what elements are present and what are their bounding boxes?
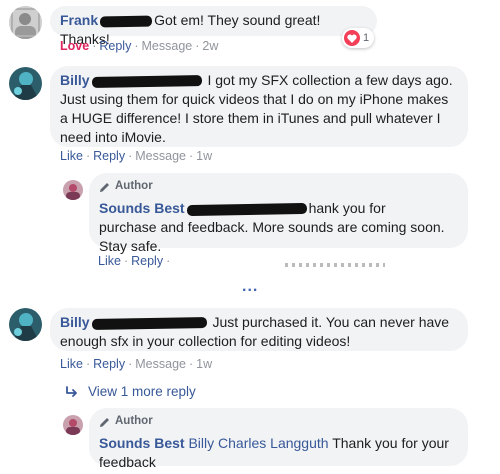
timestamp[interactable]: 2w	[202, 39, 218, 53]
pencil-icon	[100, 182, 109, 192]
view-more-label[interactable]: View 1 more reply	[88, 384, 196, 399]
reaction-number: 1	[363, 32, 370, 44]
author-label: Author	[115, 180, 153, 192]
author-tag: Author	[99, 177, 458, 196]
redacted-strip	[285, 263, 385, 267]
like-button[interactable]: Like	[60, 357, 83, 371]
comment-actions-billy-2: Like · Reply · Message · 1w	[60, 357, 213, 371]
redacted-name	[91, 316, 207, 330]
comment-bubble-frank: Frank Got em! They sound great! Thanks!	[50, 6, 377, 47]
replier-name[interactable]: Sounds Best	[99, 435, 185, 451]
avatar-frank[interactable]	[9, 6, 42, 39]
more-comments-dots[interactable]: ...	[242, 278, 258, 296]
comment-text-rest: Just using them for quick videos that I …	[60, 91, 449, 145]
mention-tag[interactable]: Billy Charles Langguth	[188, 435, 328, 451]
avatar-billy[interactable]	[9, 308, 42, 341]
comment-actions-billy-1: Like · Reply · Message · 1w	[60, 149, 213, 163]
love-button[interactable]: Love	[60, 39, 89, 53]
comment-actions-frank: Love · Reply · Message · 2w	[60, 39, 219, 53]
message-button[interactable]: Message	[135, 149, 186, 163]
heart-icon	[344, 30, 360, 46]
comment-text: I got my SFX collection a few days ago.	[207, 72, 453, 88]
reply-button[interactable]: Reply	[99, 39, 131, 53]
reply-button[interactable]: Reply	[93, 149, 125, 163]
reply-button[interactable]: Reply	[131, 254, 163, 268]
comment-text-rest: enough sfx in your collection for editin…	[60, 333, 351, 349]
reply-text: hank you for	[308, 200, 386, 216]
reply-bubble-2: Author Sounds Best Billy Charles Langgut…	[89, 408, 468, 470]
redacted-name	[100, 15, 153, 28]
timestamp[interactable]: 1w	[196, 357, 212, 371]
comment-bubble-billy-2: Billy Just purchased it. You can never h…	[50, 308, 468, 351]
reply-text-line1: Sounds Best hank you for	[99, 199, 458, 218]
like-button[interactable]: Like	[98, 254, 121, 268]
timestamp[interactable]: 1w	[196, 149, 212, 163]
reply-arrow-icon	[66, 385, 77, 397]
replier-name[interactable]: Sounds Best	[99, 200, 185, 216]
comment-text-line1: Billy Just purchased it. You can never h…	[60, 313, 458, 332]
author-tag: Author	[99, 412, 458, 431]
commenter-name[interactable]: Billy	[60, 72, 90, 88]
avatar-billy[interactable]	[9, 67, 42, 100]
redacted-name	[186, 202, 307, 216]
comment-text: Just purchased it. You can never have	[212, 314, 450, 330]
view-more-replies[interactable]: View 1 more reply	[64, 384, 196, 399]
reply-text-rest: feedback	[99, 454, 156, 470]
reply-bubble-1: Author Sounds Best hank you for purchase …	[89, 173, 468, 254]
reply-text-line1: Sounds Best Billy Charles Langguth Thank…	[99, 434, 458, 453]
comment-bubble-billy-1: Billy I got my SFX collection a few days…	[50, 66, 468, 147]
redacted-name	[91, 74, 202, 88]
avatar-sounds-best[interactable]	[63, 415, 83, 435]
reply-actions-1: Like · Reply ·	[98, 254, 171, 268]
comment-text-line1: Billy I got my SFX collection a few days…	[60, 71, 458, 90]
reaction-count[interactable]: 1	[342, 28, 375, 48]
commenter-name[interactable]: Billy	[60, 314, 90, 330]
pencil-icon	[100, 417, 109, 427]
commenter-name[interactable]: Frank	[60, 12, 98, 28]
avatar-sounds-best[interactable]	[63, 180, 83, 200]
reply-text: Thank you for your	[332, 435, 449, 451]
message-button[interactable]: Message	[135, 357, 186, 371]
author-label: Author	[115, 415, 153, 427]
like-button[interactable]: Like	[60, 149, 83, 163]
reply-button[interactable]: Reply	[93, 357, 125, 371]
reply-text-rest: purchase and feedback. More sounds are c…	[99, 219, 445, 254]
message-button[interactable]: Message	[142, 39, 193, 53]
